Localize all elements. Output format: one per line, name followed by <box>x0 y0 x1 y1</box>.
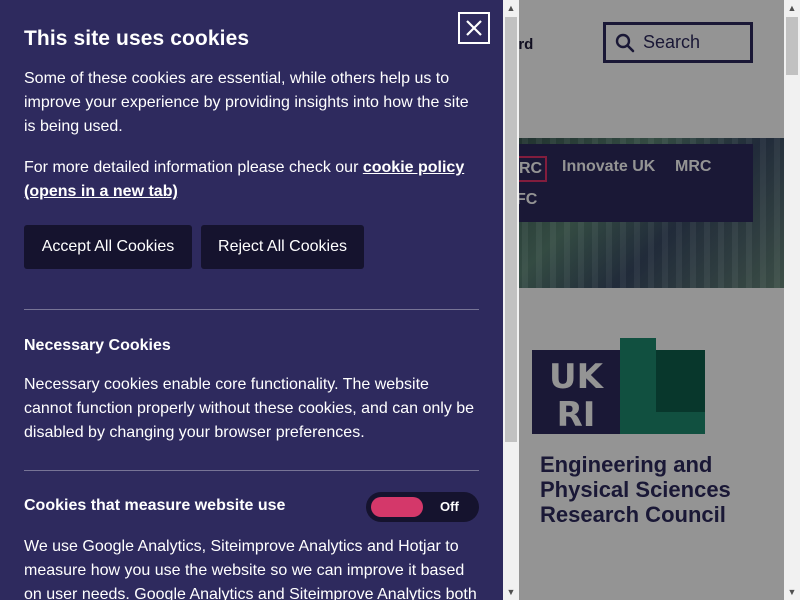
reject-all-cookies-button[interactable]: Reject All Cookies <box>201 225 364 269</box>
measurement-cookies-heading: Cookies that measure website use <box>24 497 286 514</box>
necessary-cookies-heading: Necessary Cookies <box>24 337 171 354</box>
measurement-cookies-toggle[interactable]: Off <box>366 492 479 522</box>
close-button[interactable] <box>458 12 490 44</box>
divider <box>24 470 479 471</box>
toggle-state-label: Off <box>440 499 459 514</box>
scroll-down-arrow-icon[interactable]: ▼ <box>503 584 519 600</box>
necessary-cookies-text: Necessary cookies enable core functional… <box>24 376 475 441</box>
dialog-detail-text: For more detailed information please che… <box>24 159 363 176</box>
cookie-dialog: This site uses cookies Some of these coo… <box>0 0 503 600</box>
scroll-up-arrow-icon[interactable]: ▲ <box>784 0 800 16</box>
divider <box>24 309 479 310</box>
dialog-detail: For more detailed information please che… <box>24 156 480 204</box>
accept-all-cookies-button[interactable]: Accept All Cookies <box>24 225 192 269</box>
scroll-up-arrow-icon[interactable]: ▲ <box>503 0 519 16</box>
dialog-intro: Some of these cookies are essential, whi… <box>24 70 469 135</box>
close-icon <box>466 20 482 36</box>
dialog-scrollbar[interactable]: ▲ ▼ <box>503 0 519 600</box>
page-scrollbar[interactable]: ▲ ▼ <box>784 0 800 600</box>
dialog-title: This site uses cookies <box>24 27 250 50</box>
dialog-scrollbar-thumb[interactable] <box>505 17 517 442</box>
scroll-down-arrow-icon[interactable]: ▼ <box>784 584 800 600</box>
measurement-cookies-text: We use Google Analytics, Siteimprove Ana… <box>24 538 477 600</box>
toggle-knob <box>371 497 423 517</box>
page-scrollbar-thumb[interactable] <box>786 17 798 75</box>
